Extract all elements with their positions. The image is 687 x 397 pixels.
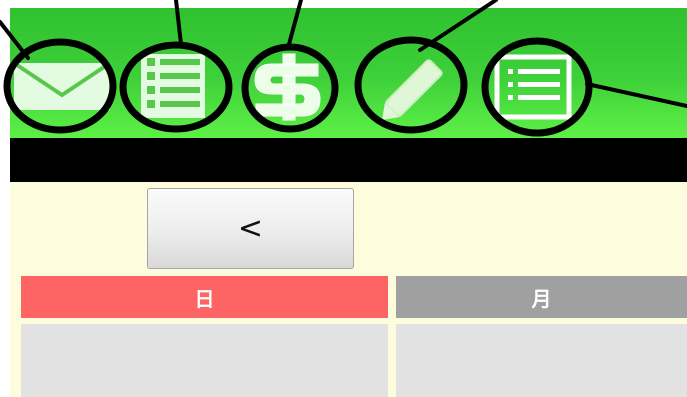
prev-month-button[interactable]: < bbox=[147, 188, 354, 269]
app-screen: < 日 月 bbox=[0, 0, 687, 397]
calendar-cell-sunday[interactable] bbox=[21, 324, 388, 397]
day-header-label: 月 bbox=[531, 286, 552, 311]
prev-button-label: < bbox=[237, 211, 264, 246]
calendar-cell-monday[interactable] bbox=[396, 324, 687, 397]
day-header-monday: 月 bbox=[396, 276, 687, 318]
day-header-label: 日 bbox=[194, 286, 215, 311]
left-margin bbox=[0, 0, 10, 397]
day-header-sunday: 日 bbox=[21, 276, 388, 318]
title-bar bbox=[10, 138, 687, 182]
